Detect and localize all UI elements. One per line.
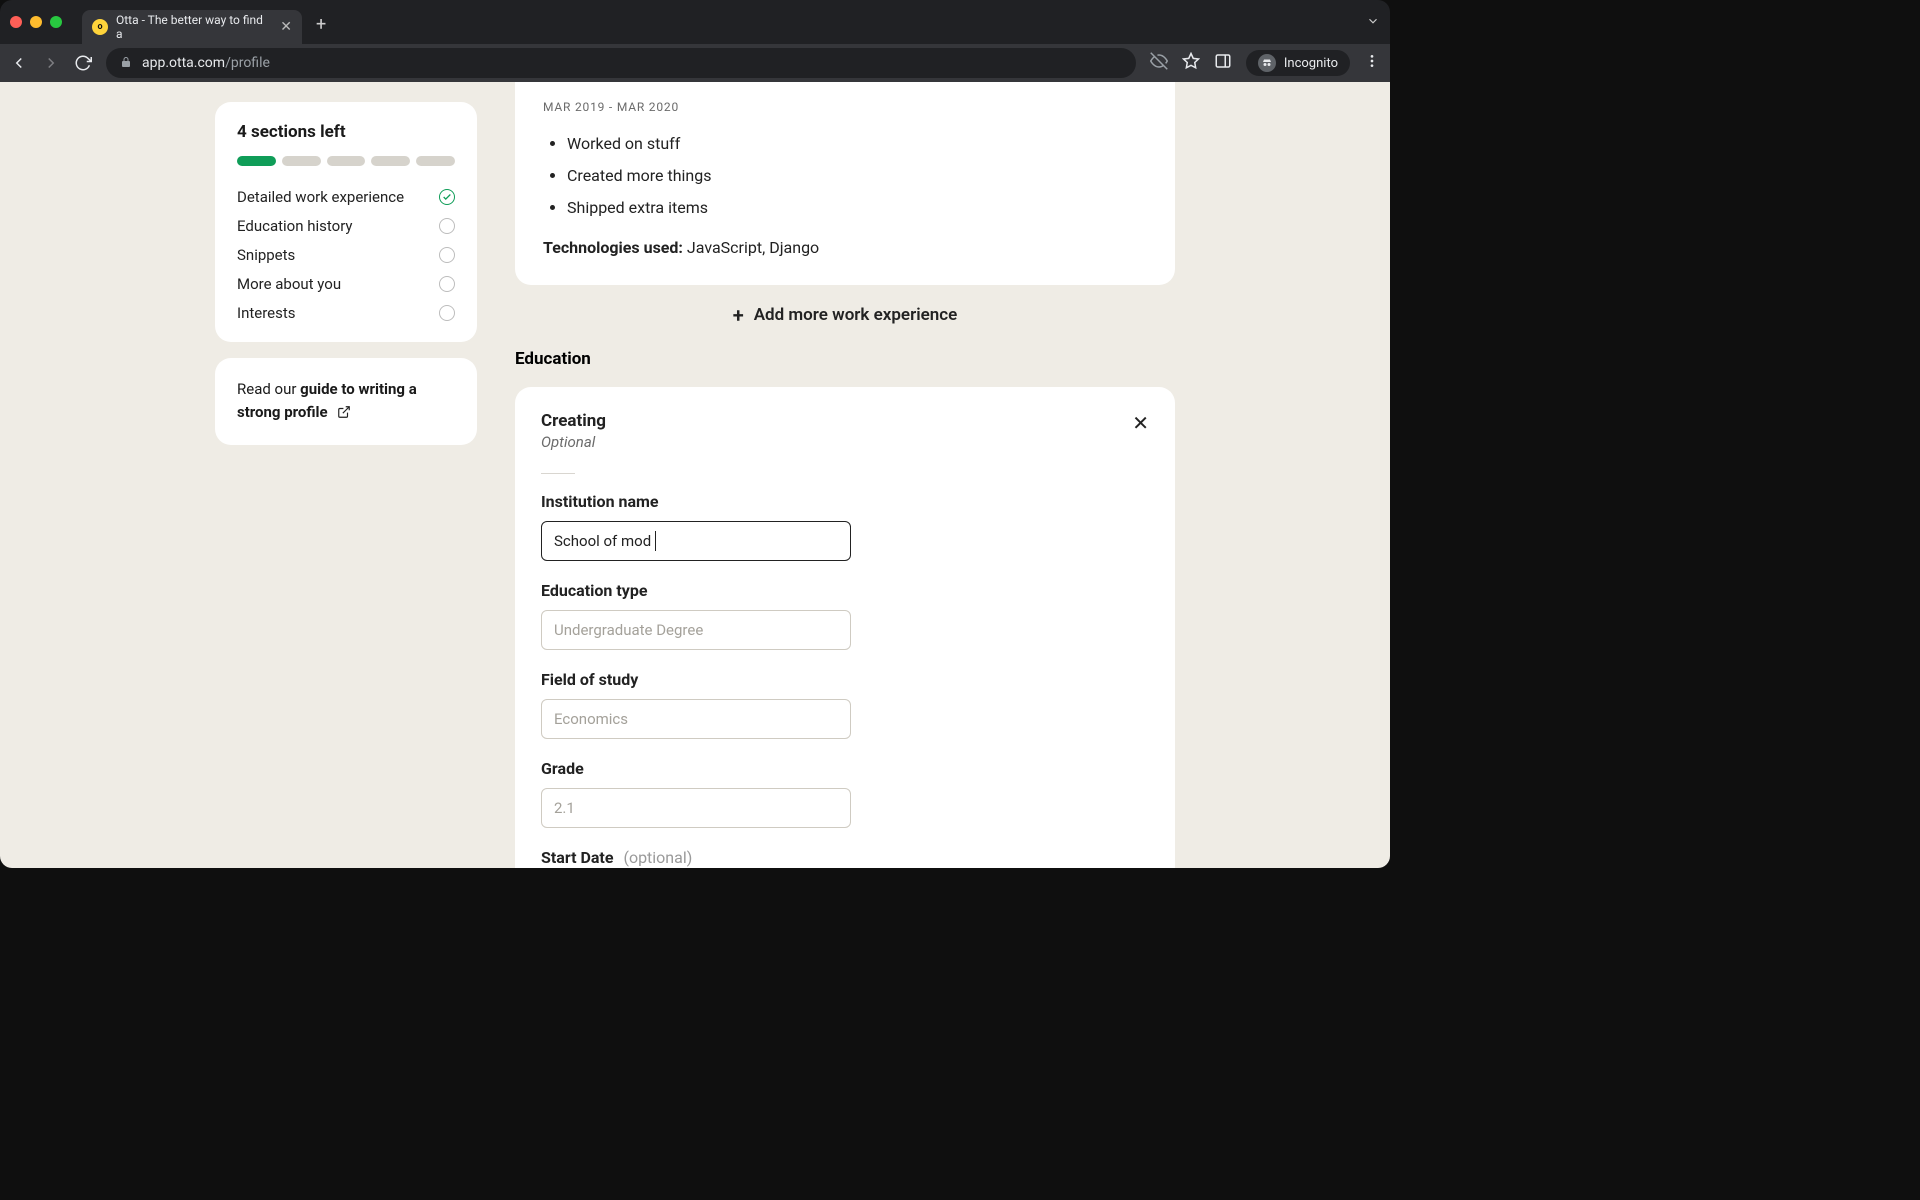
menu-icon[interactable] [1364,53,1380,73]
checklist: Detailed work experience Education histo… [237,188,455,322]
address-bar: app.otta.com/profile Incognito [0,44,1390,82]
experience-bullet: Worked on stuff [567,128,1147,160]
progress-pill [416,156,455,166]
eye-off-icon[interactable] [1150,52,1168,74]
tab-title: Otta - The better way to find a [116,13,272,41]
page-viewport: 4 sections left Detailed work experience [0,82,1390,868]
optional-label: Optional [541,433,606,451]
field-of-study-input[interactable] [541,699,851,739]
incognito-icon [1258,54,1276,72]
checklist-item-snippets[interactable]: Snippets [237,246,455,264]
checklist-item-education-history[interactable]: Education history [237,217,455,235]
guide-card: Read our guide to writing a strong profi… [215,358,477,445]
reload-button[interactable] [74,54,92,72]
check-empty-icon [439,276,455,292]
creating-title: Creating [541,411,606,431]
progress-pill [371,156,410,166]
incognito-badge[interactable]: Incognito [1246,50,1350,76]
education-type-label: Education type [541,581,1149,600]
checklist-item-interests[interactable]: Interests [237,304,455,322]
institution-name-input[interactable] [541,521,851,561]
url-path: /profile [225,55,270,71]
panel-icon[interactable] [1214,52,1232,74]
plus-icon: + [733,303,744,327]
institution-name-label: Institution name [541,492,1149,511]
back-button[interactable] [10,54,28,72]
progress-pills [237,156,455,166]
experience-date-range: MAR 2019 - MAR 2020 [543,100,1147,114]
minimize-window-button[interactable] [30,16,42,28]
close-window-button[interactable] [10,16,22,28]
education-form-card: Creating Optional ✕ Institution name [515,387,1175,868]
field-of-study-label: Field of study [541,670,1149,689]
url-host: app.otta.com [142,55,225,71]
grade-label: Grade [541,759,1149,778]
browser-tab[interactable]: o Otta - The better way to find a ✕ [82,10,302,44]
new-tab-button[interactable]: + [316,14,326,35]
address-field[interactable]: app.otta.com/profile [106,48,1136,78]
start-date-label: Start Date (optional) [541,848,1149,867]
check-empty-icon [439,305,455,321]
external-link-icon [337,403,351,426]
add-work-experience-button[interactable]: + Add more work experience [515,285,1175,349]
browser-window: o Otta - The better way to find a ✕ + ap… [0,0,1390,868]
progress-pill [327,156,366,166]
checklist-item-work-experience[interactable]: Detailed work experience [237,188,455,206]
forward-button[interactable] [42,54,60,72]
star-icon[interactable] [1182,52,1200,74]
main-column: MAR 2019 - MAR 2020 Worked on stuff Crea… [515,102,1175,868]
tab-favicon: o [92,19,108,35]
divider [541,473,575,474]
experience-bullet: Shipped extra items [567,192,1147,224]
lock-icon [120,56,132,71]
check-done-icon [439,189,455,205]
progress-card: 4 sections left Detailed work experience [215,102,477,342]
tabs-overflow-button[interactable] [1366,13,1380,32]
close-tab-button[interactable]: ✕ [280,19,292,35]
check-empty-icon [439,247,455,263]
progress-pill [237,156,276,166]
maximize-window-button[interactable] [50,16,62,28]
sidebar: 4 sections left Detailed work experience [215,102,477,868]
grade-input[interactable] [541,788,851,828]
sections-left-title: 4 sections left [237,122,455,142]
work-experience-card: MAR 2019 - MAR 2020 Worked on stuff Crea… [515,82,1175,285]
technologies-used: Technologies used: JavaScript, Django [543,238,1147,257]
education-heading: Education [515,349,1175,369]
text-caret [655,531,656,551]
progress-pill [282,156,321,166]
education-type-input[interactable] [541,610,851,650]
experience-bullet: Created more things [567,160,1147,192]
checklist-item-more-about-you[interactable]: More about you [237,275,455,293]
tab-bar: o Otta - The better way to find a ✕ + [0,0,1390,44]
window-traffic-lights [10,16,62,28]
close-form-button[interactable]: ✕ [1132,413,1149,433]
experience-bullets: Worked on stuff Created more things Ship… [543,128,1147,224]
check-empty-icon [439,218,455,234]
